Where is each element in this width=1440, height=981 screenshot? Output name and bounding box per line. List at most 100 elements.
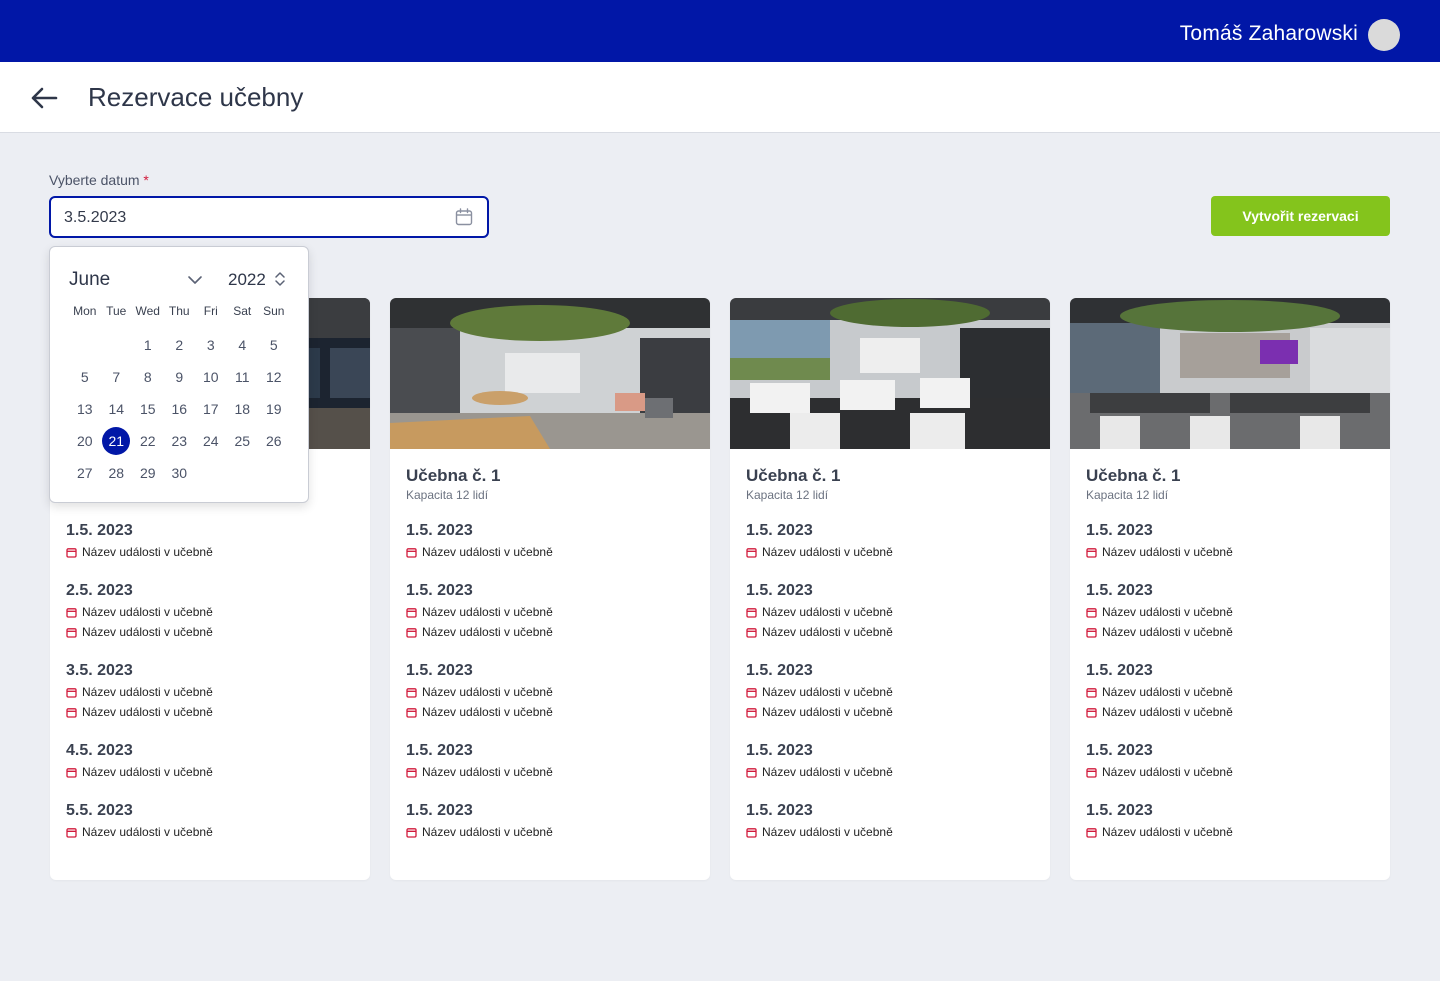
calendar-icon [406,767,422,778]
calendar-empty-cell [195,459,227,487]
event-item[interactable]: Název události v učebně [746,622,1036,642]
calendar-day[interactable]: 5 [69,363,101,391]
day-number[interactable]: 21 [102,427,131,455]
event-item[interactable]: Název události v učebně [1086,762,1376,782]
calendar-day[interactable]: 22 [132,427,164,455]
event-title: Název události v učebně [1102,605,1233,619]
calendar-weekday-row: Mon Tue Wed Thu Fri Sat Sun [69,303,305,319]
calendar-month[interactable]: June [69,269,110,291]
calendar-day[interactable]: 30 [164,459,196,487]
calendar-icon [66,547,82,558]
event-item[interactable]: Název události v učebně [406,602,696,622]
event-title: Název události v učebně [1102,685,1233,699]
event-item[interactable]: Název události v učebně [1086,602,1376,622]
calendar-day[interactable]: 3 [195,331,227,359]
calendar-day[interactable]: 14 [101,395,133,423]
event-item[interactable]: Název události v učebně [66,542,356,562]
schedule-date: 1.5. 2023 [406,742,473,759]
year-stepper-icon[interactable] [274,271,286,287]
event-item[interactable]: Název události v učebně [66,682,356,702]
calendar-day[interactable]: 7 [101,363,133,391]
calendar-day[interactable]: 10 [195,363,227,391]
calendar-day[interactable]: 4 [227,331,259,359]
calendar-day[interactable]: 5 [258,331,290,359]
event-item[interactable]: Název události v učebně [66,602,356,622]
schedule-day: 1.5. 2023 Název události v učebně [1086,520,1376,562]
avatar[interactable] [1368,19,1400,51]
calendar-day[interactable]: 2 [164,331,196,359]
chevron-down-icon[interactable] [187,273,203,285]
calendar-icon [1086,707,1102,718]
schedule-day: 2.5. 2023 Název události v učebně Název ud… [66,580,356,642]
event-item[interactable]: Název události v učebně [1086,542,1376,562]
event-item[interactable]: Název události v učebně [746,682,1036,702]
event-item[interactable]: Název události v učebně [406,762,696,782]
calendar-day[interactable]: 16 [164,395,196,423]
schedule-date: 3.5. 2023 [66,662,133,679]
calendar-day[interactable]: 28 [101,459,133,487]
calendar-day-selected[interactable]: 21 [101,427,133,455]
event-item[interactable]: Název události v učebně [406,822,696,842]
room-name: Učebna č. 1 [1086,466,1181,485]
calendar-day[interactable]: 9 [164,363,196,391]
user-name[interactable]: Tomáš Zaharowski [1180,22,1358,46]
event-item[interactable]: Název události v učebně [406,622,696,642]
event-item[interactable]: Název události v učebně [1086,702,1376,722]
create-reservation-button[interactable]: Vytvořit rezervaci [1211,196,1390,236]
event-item[interactable]: Název události v učebně [66,762,356,782]
calendar-day[interactable]: 11 [227,363,259,391]
calendar-day[interactable]: 25 [227,427,259,455]
room-photo [390,298,710,449]
event-title: Název události v učebně [1102,625,1233,639]
calendar-day[interactable]: 18 [227,395,259,423]
event-item[interactable]: Název události v učebně [746,602,1036,622]
calendar-day[interactable]: 17 [195,395,227,423]
event-item[interactable]: Název události v učebně [746,822,1036,842]
event-title: Název události v učebně [422,545,553,559]
event-item[interactable]: Název události v učebně [406,682,696,702]
room-card[interactable]: Učebna č. 1 Kapacita 12 lidí 1.5. 2023 Náze… [730,298,1050,880]
calendar-icon [746,687,762,698]
calendar-icon[interactable] [455,208,473,226]
event-item[interactable]: Název události v učebně [1086,622,1376,642]
calendar-day[interactable]: 8 [132,363,164,391]
calendar-day[interactable]: 24 [195,427,227,455]
event-item[interactable]: Název události v učebně [746,762,1036,782]
calendar-day[interactable]: 23 [164,427,196,455]
date-input-value[interactable]: 3.5.2023 [64,209,126,227]
calendar-day[interactable]: 15 [132,395,164,423]
schedule-day: 3.5. 2023 Název události v učebně Název ud… [66,660,356,722]
calendar-day[interactable]: 29 [132,459,164,487]
calendar-icon [406,607,422,618]
event-item[interactable]: Název události v učebně [66,822,356,842]
calendar-day[interactable]: 19 [258,395,290,423]
event-item[interactable]: Název události v učebně [746,702,1036,722]
weekday-label: Sun [263,304,285,318]
room-card[interactable]: Učebna č. 1 Kapacita 12 lidí 1.5. 2023 Náze… [390,298,710,880]
calendar-week-row: 13 14 15 16 17 18 19 [69,393,305,425]
calendar-icon [746,547,762,558]
schedule-date: 1.5. 2023 [746,522,813,539]
room-card[interactable]: Učebna č. 1 Kapacita 12 lidí 1.5. 2023 Náze… [1070,298,1390,880]
back-arrow-icon[interactable] [28,83,60,113]
calendar-week-row: 5 7 8 9 10 11 12 [69,361,305,393]
calendar-day[interactable]: 1 [132,331,164,359]
schedule-day: 1.5. 2023 Název události v učebně [746,800,1036,842]
calendar-day[interactable]: 20 [69,427,101,455]
calendar-day[interactable]: 12 [258,363,290,391]
calendar-day[interactable]: 26 [258,427,290,455]
schedule-day: 4.5. 2023 Název události v učebně [66,740,356,782]
schedule-day: 1.5. 2023 Název události v učebně [406,800,696,842]
event-item[interactable]: Název události v učebně [66,622,356,642]
event-item[interactable]: Název události v učebně [66,702,356,722]
event-item[interactable]: Název události v učebně [406,542,696,562]
calendar-year[interactable]: 2022 [228,270,266,290]
event-item[interactable]: Název události v učebně [406,702,696,722]
event-item[interactable]: Název události v učebně [1086,822,1376,842]
date-input[interactable]: 3.5.2023 [49,196,489,238]
event-item[interactable]: Název události v učebně [1086,682,1376,702]
schedule-date: 1.5. 2023 [746,742,813,759]
calendar-day[interactable]: 27 [69,459,101,487]
calendar-day[interactable]: 13 [69,395,101,423]
event-item[interactable]: Název události v učebně [746,542,1036,562]
